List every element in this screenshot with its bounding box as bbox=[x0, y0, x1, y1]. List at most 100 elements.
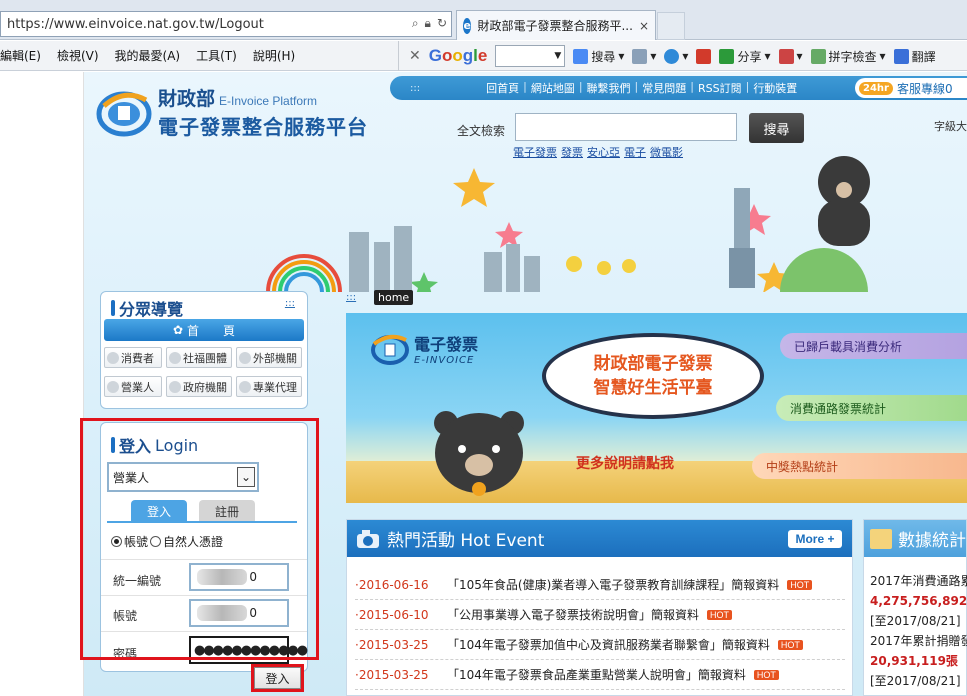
banner-tag-winning-hotspot[interactable]: 中獎熱點統計 bbox=[752, 453, 967, 479]
audience-nav-panel: 分眾導覽 ::: ✿ 首 頁 消費者 社福團體 外部機關 營業人 政府機關 專業代… bbox=[100, 291, 308, 409]
site-logo[interactable]: 財政部 E-Invoice Platform 電子發票整合服務平台 bbox=[96, 84, 368, 140]
link-home[interactable]: 回首頁 bbox=[486, 80, 519, 96]
star-icon bbox=[453, 168, 495, 207]
event-date: ·2015-06-10 bbox=[355, 607, 429, 622]
category-consumer[interactable]: 消費者 bbox=[104, 347, 162, 368]
category-government[interactable]: 政府機關 bbox=[166, 376, 232, 397]
event-title[interactable]: 「104年電子發票加值中心及資訊服務業者聯繫會」簡報資料 bbox=[447, 636, 770, 653]
breadcrumb-dots[interactable]: ::: bbox=[346, 292, 356, 303]
menu-help[interactable]: 說明(H) bbox=[253, 47, 295, 64]
promo-banner[interactable]: 電子發票 E-INVOICE 財政部電子發票 智慧好生活平臺 更多說明請點我 已… bbox=[346, 313, 967, 503]
audience-home-button[interactable]: ✿ 首 頁 bbox=[104, 319, 304, 341]
refresh-icon[interactable]: ↻ bbox=[437, 16, 447, 31]
translate-button[interactable]: 翻譯 bbox=[893, 48, 936, 65]
mail-button[interactable]: ▾ bbox=[778, 48, 803, 64]
google-logo: Google bbox=[428, 46, 488, 65]
star-icon bbox=[410, 272, 438, 292]
share-icon bbox=[719, 48, 735, 64]
event-item[interactable]: ·2015-03-25 「104年電子發票加值中心及資訊服務業者聯繫會」簡報資料… bbox=[355, 630, 845, 660]
address-bar-area: https://www.einvoice.nat.gov.tw/Logout ⌕… bbox=[0, 0, 967, 40]
stats-line: 2017年累計捐贈發 bbox=[870, 634, 967, 648]
search-input[interactable] bbox=[515, 113, 737, 141]
hot-badge: HOT bbox=[753, 669, 779, 680]
page-icon bbox=[632, 48, 648, 64]
event-title[interactable]: 「105年食品(健康)業者導入電子發票教育訓練課程」簡報資料 bbox=[447, 576, 779, 593]
hot-event-panel: 熱門活動 Hot Event More + ·2016-06-16 「105年食… bbox=[346, 519, 853, 696]
menu-edit[interactable]: 編輯(E) bbox=[0, 47, 41, 64]
hotline-text: 客服專線0 bbox=[896, 81, 953, 96]
event-title[interactable]: 「104年電子發票食品產業重點營業人說明會」簡報資料 bbox=[447, 666, 746, 683]
breadcrumb-home[interactable]: home bbox=[374, 290, 414, 305]
address-input[interactable]: https://www.einvoice.nat.gov.tw/Logout ⌕… bbox=[0, 11, 452, 37]
link-contact[interactable]: 聯繫我們 bbox=[587, 80, 631, 96]
event-title[interactable]: 「公用事業導入電子發票技術說明會」簡報資料 bbox=[447, 606, 699, 623]
banner-brand: 電子發票 bbox=[414, 335, 479, 354]
event-item[interactable]: ·2016-06-16 「105年食品(健康)業者導入電子發票教育訓練課程」簡報… bbox=[355, 570, 845, 600]
login-submit-button[interactable]: 登入 bbox=[251, 664, 304, 692]
top-nav-bar: ::: 回首頁 | 網站地圖 | 聯繫我們 | 常見問題 | RSS訂閱 | 行動裝置 2… bbox=[390, 76, 967, 100]
menu-favorites[interactable]: 我的最愛(A) bbox=[115, 47, 181, 64]
category-external-agency[interactable]: 外部機關 bbox=[236, 347, 302, 368]
link-faq[interactable]: 常見問題 bbox=[642, 80, 686, 96]
category-agent[interactable]: 專業代理 bbox=[236, 376, 302, 397]
link-sitemap[interactable]: 網站地圖 bbox=[531, 80, 575, 96]
more-button[interactable]: More + bbox=[788, 530, 842, 548]
page-left-margin bbox=[0, 72, 84, 696]
menu-view[interactable]: 檢視(V) bbox=[57, 47, 99, 64]
hot-badge: HOT bbox=[777, 639, 803, 650]
google-search-input[interactable]: ▼ bbox=[495, 45, 566, 67]
stats-number: 4,275,756,892張 bbox=[870, 594, 967, 608]
gplus-button[interactable] bbox=[696, 48, 712, 64]
category-business[interactable]: 營業人 bbox=[104, 376, 162, 397]
translate-icon bbox=[893, 48, 909, 64]
mail-icon bbox=[778, 48, 794, 64]
hot-event-title: 熱門活動 Hot Event bbox=[387, 531, 545, 551]
hot-badge: HOT bbox=[787, 579, 813, 590]
close-icon[interactable]: × bbox=[639, 19, 655, 33]
category-welfare[interactable]: 社福團體 bbox=[166, 347, 232, 368]
top-nav-dots[interactable]: ::: bbox=[410, 83, 420, 94]
font-size-control[interactable]: 字級大 bbox=[934, 118, 967, 134]
audience-nav-title: 分眾導覽 bbox=[111, 296, 183, 320]
event-item[interactable]: ·2015-06-10 「公用事業導入電子發票技術說明會」簡報資料 HOT bbox=[355, 600, 845, 630]
agency-icon bbox=[239, 351, 251, 364]
close-toolbar-icon[interactable]: ✕ bbox=[409, 48, 421, 64]
plus-icon bbox=[664, 48, 680, 64]
spellcheck-button[interactable]: 拼字檢查 ▾ bbox=[810, 48, 886, 65]
header-scenery-illustration bbox=[266, 156, 870, 292]
stats-date: [至2017/08/21] bbox=[870, 674, 961, 688]
bear-mascot-icon bbox=[434, 411, 524, 496]
search-button[interactable]: 搜尋 bbox=[749, 113, 804, 143]
globe-illustration bbox=[780, 248, 868, 292]
hotline-24hr-badge: 24hr bbox=[859, 81, 893, 95]
banner-tag-carrier-analysis[interactable]: 已歸戶載具消費分析 bbox=[780, 333, 967, 359]
new-tab-button[interactable] bbox=[657, 12, 685, 40]
event-item[interactable]: ·2015-03-25 「104年電子發票食品產業重點營業人說明會」簡報資料 H… bbox=[355, 660, 845, 690]
agent-icon bbox=[239, 380, 251, 393]
search-label: 全文檢索 bbox=[457, 124, 506, 138]
search-icon[interactable]: ⌕ bbox=[412, 16, 419, 31]
consumer-icon bbox=[107, 351, 119, 364]
link-mobile[interactable]: 行動裝置 bbox=[753, 80, 797, 96]
link-rss[interactable]: RSS訂閱 bbox=[698, 80, 742, 96]
stats-title: 數據統計 bbox=[898, 531, 966, 551]
banner-cta[interactable]: 更多說明請點我 bbox=[576, 453, 674, 473]
stats-date: [至2017/08/21] bbox=[870, 614, 961, 628]
login-highlight-box bbox=[80, 418, 319, 660]
gplus-icon bbox=[696, 48, 712, 64]
banner-tag-channel-stats[interactable]: 消費通路發票統計 bbox=[776, 395, 967, 421]
stats-line: 2017年消費通路累 bbox=[870, 574, 967, 588]
stats-number: 20,931,119張 bbox=[870, 654, 958, 668]
browser-tab[interactable]: e 財政部電子發票整合服務平... × bbox=[456, 10, 656, 40]
home-icon: ✿ bbox=[172, 323, 184, 337]
plus-button[interactable]: ▾ bbox=[664, 48, 688, 64]
event-date: ·2015-03-25 bbox=[355, 667, 429, 682]
menu-tools[interactable]: 工具(T) bbox=[196, 47, 237, 64]
share-button[interactable]: 分享 ▾ bbox=[719, 48, 771, 65]
bubble-line1: 財政部電子發票 bbox=[593, 354, 713, 374]
speech-bubble: 財政部電子發票 智慧好生活平臺 bbox=[542, 333, 764, 419]
google-search-button[interactable]: 搜尋 ▾ bbox=[573, 48, 624, 65]
pages-button[interactable]: ▾ bbox=[632, 48, 656, 64]
lock-icon[interactable]: 🔒︎ bbox=[425, 16, 431, 31]
audience-nav-more[interactable]: ::: bbox=[285, 298, 295, 309]
